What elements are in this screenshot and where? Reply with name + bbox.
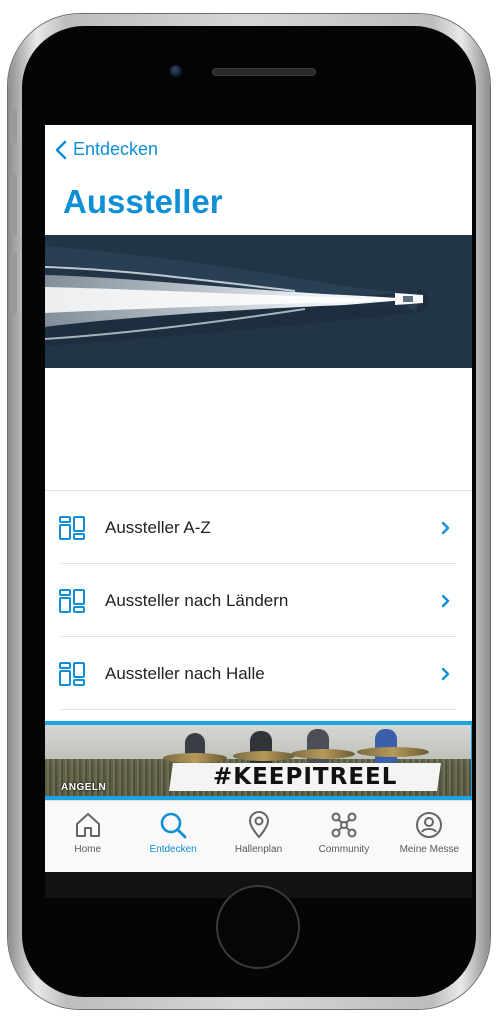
tab-label: Meine Messe xyxy=(399,844,460,855)
tab-label: Community xyxy=(318,844,370,855)
menu-item-aussteller-nach-halle[interactable]: Aussteller nach Halle xyxy=(45,637,472,710)
search-icon xyxy=(160,812,187,839)
banner-hashtag-box: #KEEPITREEL xyxy=(169,763,441,791)
banner-hashtag: #KEEPITREEL xyxy=(212,764,398,790)
tab-meine-messe[interactable]: Meine Messe xyxy=(387,801,472,872)
boat-wake-illustration xyxy=(45,235,472,368)
app-screen: Entdecken Aussteller Aussteller A-Z Auss… xyxy=(45,125,472,898)
menu-item-label: Aussteller A-Z xyxy=(105,517,211,537)
menu-item-aussteller-nach-laendern[interactable]: Aussteller nach Ländern xyxy=(45,564,472,637)
chevron-right-icon xyxy=(441,594,450,608)
page-title: Aussteller xyxy=(63,183,223,220)
volume-down-button xyxy=(10,252,17,314)
tab-home[interactable]: Home xyxy=(45,801,130,872)
chevron-right-icon xyxy=(441,667,450,681)
menu-item-label: Aussteller nach Halle xyxy=(105,663,265,683)
tab-label: Entdecken xyxy=(149,844,197,855)
earpiece-speaker xyxy=(212,68,316,76)
banner-category: ANGELN xyxy=(61,782,107,793)
volume-up-button xyxy=(10,174,17,236)
grid-icon xyxy=(59,589,85,613)
tab-hallenplan[interactable]: Hallenplan xyxy=(216,801,301,872)
chevron-left-icon xyxy=(55,140,67,159)
content-placeholder xyxy=(45,368,472,490)
grid-icon xyxy=(59,662,85,686)
chevron-right-icon xyxy=(441,521,450,535)
banner-fish xyxy=(163,753,227,763)
exhibitor-menu-list: Aussteller A-Z Aussteller nach Ländern A… xyxy=(45,490,472,710)
back-button[interactable]: Entdecken xyxy=(55,139,158,160)
network-icon xyxy=(331,812,357,838)
home-icon xyxy=(75,813,100,837)
banner-fish xyxy=(291,749,355,759)
tab-label: Home xyxy=(74,844,102,855)
menu-item-label: Aussteller nach Ländern xyxy=(105,590,289,610)
banner-person xyxy=(250,731,272,767)
front-camera xyxy=(170,65,182,77)
hero-image-boat xyxy=(45,235,472,368)
grid-icon xyxy=(59,516,85,540)
tab-label: Hallenplan xyxy=(234,844,283,855)
user-icon xyxy=(416,812,443,838)
ad-banner-keepitreel[interactable]: #KEEPITREEL ANGELN xyxy=(45,721,472,800)
tab-entdecken[interactable]: Entdecken xyxy=(130,801,215,872)
home-button[interactable] xyxy=(216,885,300,969)
back-label: Entdecken xyxy=(73,139,159,159)
menu-item-aussteller-a-z[interactable]: Aussteller A-Z xyxy=(45,491,472,564)
tab-community[interactable]: Community xyxy=(301,801,386,872)
location-pin-icon xyxy=(248,811,269,839)
mute-switch xyxy=(10,109,17,143)
banner-fish xyxy=(233,751,295,761)
banner-person xyxy=(307,729,329,767)
banner-fish xyxy=(357,747,429,757)
tab-bar: Home Entdecken Hallenplan Community Mein… xyxy=(45,800,472,872)
